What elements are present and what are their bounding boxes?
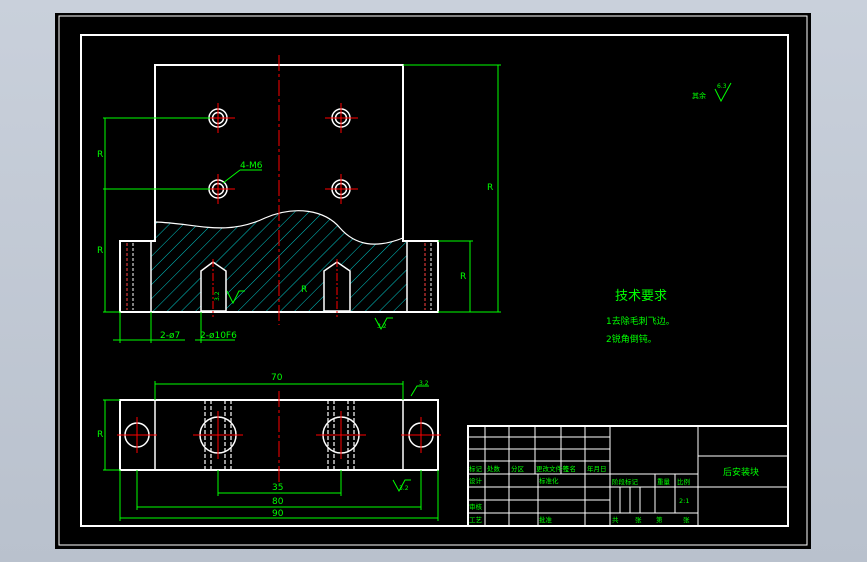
tb-design: 设计	[469, 476, 483, 485]
rough-mark-4: 3.2	[419, 380, 429, 387]
tb-total: 共	[612, 515, 619, 524]
rough-mark-1: 6.3	[717, 83, 727, 90]
dim-90: 90	[272, 509, 284, 519]
rough-mark-2: 3.2	[214, 291, 221, 301]
rough-mark-5: 3.2	[399, 485, 409, 492]
cad-viewport[interactable]: R R R R R 4-M6 2-ø7 2-ø10F6 3.2 3.2 70 3…	[55, 13, 811, 549]
dim-70: 70	[271, 373, 283, 383]
tb-sheet: 张	[635, 515, 642, 524]
dim-a3: R	[487, 183, 493, 193]
drawing-canvas: R R R R R 4-M6 2-ø7 2-ø10F6 3.2 3.2 70 3…	[58, 15, 808, 546]
tb-stage: 阶段标记	[612, 477, 639, 486]
hole7-label: 2-ø7	[160, 331, 180, 341]
fit-label: 2-ø10F6	[200, 331, 237, 341]
title-block: 标记 处数 分区 更改文件号 签名 年月日 设计 标准化 阶段标记 重量 比例 …	[467, 425, 789, 527]
dim-a2: R	[97, 246, 103, 256]
front-view: R R R R R 4-M6 2-ø7 2-ø10F6 3.2 3.2	[97, 55, 501, 343]
dim-a1: R	[97, 150, 103, 160]
tech-title: 技术要求	[615, 289, 667, 304]
dim-80: 80	[272, 497, 284, 507]
dim-a4: R	[460, 272, 466, 282]
tb-zone: 分区	[511, 464, 525, 473]
tb-part-name: 后安装块	[723, 466, 759, 478]
tb-marker: 标记	[469, 464, 483, 473]
tb-craft: 工艺	[469, 516, 483, 524]
roughness-label: 其余	[692, 91, 706, 100]
rough-mark-3: 3.2	[377, 323, 387, 330]
general-roughness: 其余 6.3	[692, 82, 732, 103]
tb-scale: 比例	[677, 477, 690, 486]
dim-35: 35	[272, 483, 283, 493]
tb-sheet2: 张	[683, 515, 690, 524]
tb-approve: 批准	[539, 515, 553, 524]
dim-a6: R	[97, 430, 103, 440]
dim-a5: R	[301, 285, 307, 295]
tech-line-2: 2锐角倒钝。	[606, 333, 657, 345]
tb-weight: 重量	[657, 478, 671, 486]
tech-line-1: 1去除毛刺飞边。	[606, 315, 675, 327]
tech-requirements: 技术要求 1去除毛刺飞边。 2锐角倒钝。	[606, 289, 675, 345]
tb-date: 年月日	[587, 464, 607, 473]
top-view: 70 35 80 90 R 3.2 3.2	[97, 373, 441, 521]
tb-review: 审核	[469, 502, 483, 511]
thread-label: 4-M6	[240, 161, 263, 171]
tb-standard: 标准化	[539, 476, 559, 485]
tb-sign: 签名	[563, 464, 576, 473]
tb-scale-value: 2:1	[679, 497, 689, 505]
tb-of: 第	[656, 515, 663, 524]
tb-count: 处数	[487, 464, 501, 473]
